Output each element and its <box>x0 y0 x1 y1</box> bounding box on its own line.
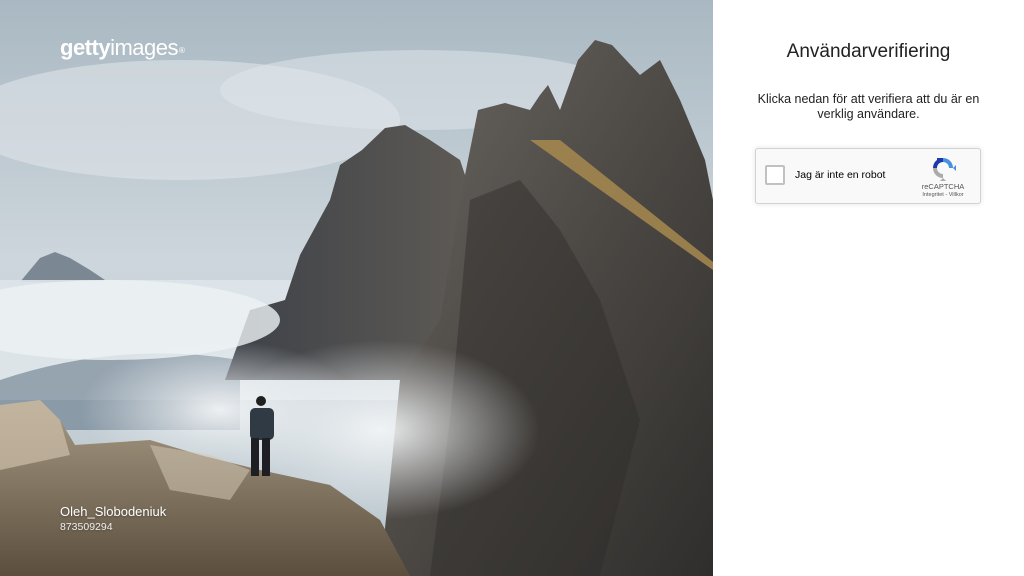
logo-text-getty: getty <box>60 35 111 60</box>
terms-link[interactable]: Villkor <box>949 192 964 198</box>
page: gettyimages® Oleh_Slobodeniuk 873509294 … <box>0 0 1024 576</box>
verification-description: Klicka nedan för att verifiera att du är… <box>757 92 980 121</box>
recaptcha-links: Integritet - Villkor <box>915 191 971 199</box>
recaptcha-checkbox-label[interactable]: Jag är inte en robot <box>795 169 885 182</box>
mountain-landscape-image <box>0 0 713 576</box>
recaptcha-checkbox[interactable] <box>765 165 785 185</box>
logo-text-images: images <box>110 35 178 60</box>
photo-credit: Oleh_Slobodeniuk 873509294 <box>60 504 166 534</box>
gettyimages-logo[interactable]: gettyimages® <box>60 34 185 62</box>
hero-photo: gettyimages® Oleh_Slobodeniuk 873509294 <box>0 0 713 576</box>
verification-panel: Användarverifiering Klicka nedan för att… <box>713 0 1024 576</box>
page-title: Användarverifiering <box>786 41 951 62</box>
recaptcha-icon <box>933 158 956 181</box>
recaptcha-brand: reCAPTCHA <box>921 182 965 191</box>
privacy-link[interactable]: Integritet <box>922 192 943 198</box>
registered-mark: ® <box>178 46 185 55</box>
recaptcha-logo: reCAPTCHA Integritet - Villkor <box>915 155 971 199</box>
photo-credit-id: 873509294 <box>60 521 113 533</box>
recaptcha-widget: Jag är inte en robot reCAPTCHA Integrite… <box>755 148 981 204</box>
photo-credit-name: Oleh_Slobodeniuk <box>60 504 167 519</box>
